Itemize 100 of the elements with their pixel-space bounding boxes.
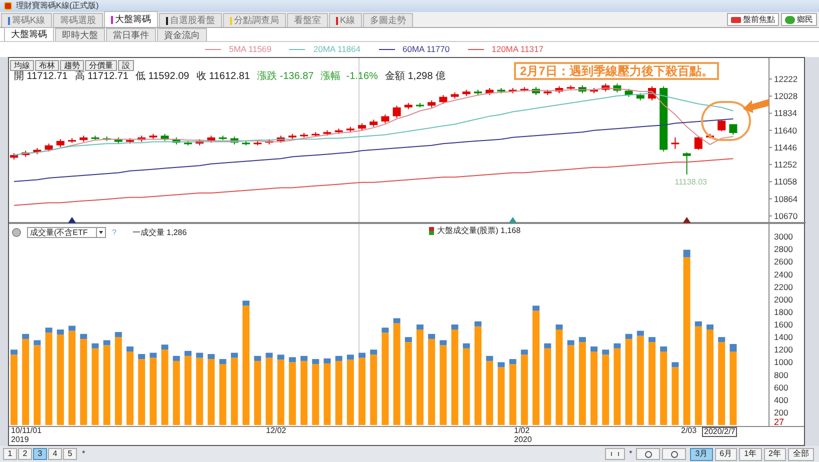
sub-tab[interactable]: 資金流向 bbox=[157, 28, 207, 41]
axis-label: 10864 bbox=[774, 194, 798, 204]
axis-label: 2200 bbox=[774, 282, 793, 292]
candlestick bbox=[671, 136, 680, 150]
candlestick bbox=[91, 135, 100, 141]
candlestick bbox=[682, 152, 691, 175]
callout-box: 2月7日：遇到季線壓力後下殺百點。 bbox=[514, 62, 720, 80]
legend-line-icon bbox=[289, 49, 306, 50]
axis-label: 200 bbox=[774, 407, 788, 418]
axis-label: 10/11/01 bbox=[11, 427, 42, 435]
quote-value: 收 11612.81 bbox=[196, 72, 250, 82]
tab[interactable]: 自選股看盤 bbox=[159, 13, 222, 27]
legend-label: 大盤成交量(股票) 1,168 bbox=[437, 227, 521, 235]
axis-label: 12028 bbox=[774, 91, 798, 102]
candlestick bbox=[590, 88, 598, 94]
candlestick bbox=[694, 136, 702, 150]
candlestick bbox=[254, 140, 262, 146]
axis-label: 2020 bbox=[514, 436, 532, 444]
range-button[interactable]: 6月 bbox=[714, 448, 738, 460]
page-button[interactable]: 5 bbox=[63, 448, 77, 460]
candlestick bbox=[138, 135, 146, 142]
candlestick bbox=[532, 86, 540, 96]
grip-button[interactable] bbox=[605, 448, 626, 460]
candlestick bbox=[497, 88, 506, 94]
candlestick bbox=[486, 88, 494, 96]
page-button[interactable]: 1 bbox=[3, 448, 17, 460]
candlestick bbox=[242, 140, 250, 146]
axis-label: 1200 bbox=[774, 344, 793, 355]
axis-label: 400 bbox=[774, 394, 788, 405]
tab[interactable]: 籌碼選股 bbox=[53, 13, 104, 27]
range-button[interactable]: 2年 bbox=[764, 448, 786, 460]
axis-label: 1800 bbox=[774, 306, 793, 317]
range-button[interactable]: 全部 bbox=[788, 448, 814, 460]
chart-tool-button[interactable]: 均線 bbox=[10, 60, 34, 71]
page-button[interactable]: 4 bbox=[48, 448, 62, 460]
cursor-date-label: 2020/2/7 bbox=[702, 427, 738, 437]
candlestick bbox=[230, 136, 238, 145]
more-indicator: * bbox=[82, 448, 86, 460]
quote-value: 開 11712.71 bbox=[14, 72, 68, 82]
candlestick bbox=[706, 133, 714, 139]
axis-label: 600 bbox=[774, 382, 788, 392]
axis-label: 12222 bbox=[774, 74, 798, 84]
tab[interactable]: 多圖走勢 bbox=[363, 13, 414, 27]
candlestick bbox=[172, 136, 180, 145]
toolbar-button[interactable]: 鄉民 bbox=[781, 13, 817, 26]
axis-label: 1400 bbox=[774, 332, 793, 342]
candlestick bbox=[218, 135, 227, 141]
sub-tab[interactable]: 即時大盤 bbox=[55, 28, 105, 41]
indicator-dropdown[interactable]: 成交量(不含ETF bbox=[27, 227, 106, 238]
sub-tab[interactable]: 當日事件 bbox=[106, 28, 156, 41]
axis-label: 11058 bbox=[774, 176, 798, 187]
tab[interactable]: 大盤籌碼 bbox=[104, 11, 158, 27]
candlestick bbox=[729, 124, 738, 136]
candlestick bbox=[358, 122, 366, 131]
candlestick bbox=[555, 86, 564, 94]
candlestick bbox=[334, 128, 343, 134]
zoom-out-button[interactable] bbox=[636, 448, 660, 460]
quote-value: 低 11592.09 bbox=[136, 72, 190, 82]
toolbar-button[interactable]: 盤前焦點 bbox=[727, 13, 779, 26]
axis-label: 2400 bbox=[774, 269, 793, 280]
quote-value: 漲幅 -1.16% bbox=[320, 72, 378, 82]
range-button[interactable]: 3月 bbox=[690, 448, 713, 460]
candlestick bbox=[370, 119, 378, 128]
tab[interactable]: K線 bbox=[329, 13, 362, 27]
page-button[interactable]: 3 bbox=[33, 448, 47, 460]
range-button[interactable]: 1年 bbox=[739, 448, 762, 460]
axis-label: 2600 bbox=[774, 256, 793, 267]
megaphone-icon bbox=[731, 16, 741, 22]
page-button[interactable]: 2 bbox=[18, 448, 32, 460]
candlestick bbox=[68, 138, 76, 144]
candlestick bbox=[288, 133, 296, 140]
axis-label: 3000 bbox=[774, 232, 793, 242]
candlestick bbox=[636, 92, 644, 101]
chart-tool-button[interactable]: 分價量 bbox=[85, 60, 117, 71]
sub-tab[interactable]: 大盤籌碼 bbox=[4, 27, 54, 41]
magnifier-icon bbox=[644, 450, 652, 458]
axis-label: 10670 bbox=[774, 210, 798, 221]
candlestick bbox=[428, 100, 436, 108]
legend-line-icon bbox=[468, 49, 484, 50]
axis-label: 1000 bbox=[774, 357, 793, 368]
zoom-in-button[interactable] bbox=[662, 448, 686, 460]
candlestick bbox=[44, 143, 53, 152]
tab[interactable]: 籌碼K線 bbox=[1, 13, 52, 27]
candlestick bbox=[276, 135, 285, 144]
tab[interactable]: 看盤室 bbox=[287, 13, 328, 27]
chart-tool-button[interactable]: 趨勢 bbox=[60, 60, 84, 71]
quote-value: 金額 1,298 億 bbox=[384, 72, 446, 82]
candlestick bbox=[323, 130, 332, 136]
tab[interactable]: 分點調查局 bbox=[223, 13, 286, 27]
legend-label: 60MA 11770 bbox=[402, 45, 450, 54]
legend-label: 120MA 11317 bbox=[492, 45, 544, 54]
chart-tool-button[interactable]: 布林 bbox=[35, 60, 59, 71]
candlestick bbox=[648, 86, 656, 101]
legend-label: 20MA 11864 bbox=[313, 45, 360, 54]
axis-label: 11834 bbox=[774, 108, 798, 118]
candlestick bbox=[462, 89, 470, 96]
quote-value: 漲跌 -136.87 bbox=[257, 72, 314, 82]
candlestick bbox=[520, 86, 528, 92]
chart-tool-button[interactable]: 設 bbox=[118, 60, 134, 71]
candlestick bbox=[56, 138, 64, 148]
